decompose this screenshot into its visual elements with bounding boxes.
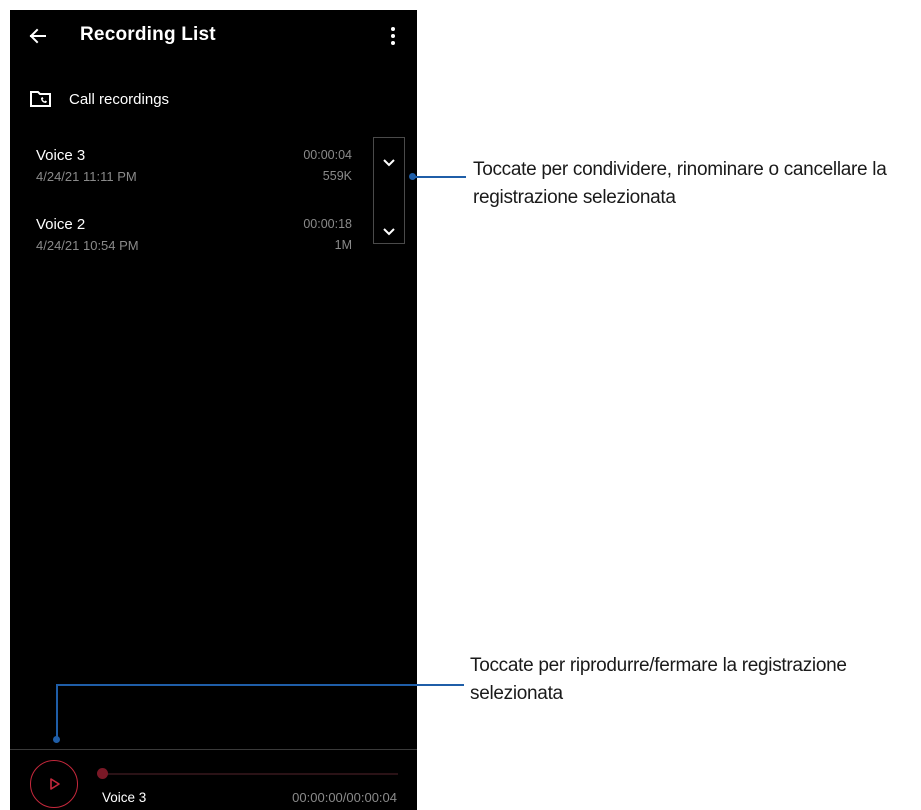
play-button[interactable] [30, 760, 78, 808]
recording-date: 4/24/21 10:54 PM [36, 238, 139, 253]
player-divider [10, 749, 417, 750]
recording-size: 1M [334, 238, 352, 252]
now-playing-time: 00:00:00/00:00:04 [292, 790, 397, 805]
recording-row[interactable]: Voice 2 4/24/21 10:54 PM 00:00:18 1M [10, 216, 380, 276]
page-title: Recording List [80, 24, 216, 45]
expand-button[interactable] [374, 217, 404, 247]
recording-date: 4/24/21 11:11 PM [36, 169, 137, 184]
seek-thumb[interactable] [97, 768, 108, 779]
call-recordings-folder[interactable]: Call recordings [10, 82, 417, 118]
recording-name: Voice 3 [36, 147, 86, 164]
callout-line [56, 684, 464, 686]
phone-screen: Recording List Call recordings Voice 3 4… [10, 10, 417, 810]
play-icon [50, 778, 60, 790]
expand-button[interactable] [374, 148, 404, 178]
recording-name: Voice 2 [36, 216, 86, 233]
callout-expand-text: Toccate per condividere, rinominare o ca… [473, 156, 887, 212]
callout-line [413, 176, 466, 178]
recording-size: 559K [322, 169, 352, 183]
recording-duration: 00:00:18 [303, 217, 352, 231]
arrow-left-icon [29, 28, 46, 44]
callout-play-line1: Toccate per riprodurre/fermare la regist… [470, 655, 847, 676]
callout-expand-line2: registrazione selezionata [473, 187, 676, 208]
expand-buttons-highlight [373, 137, 405, 244]
now-playing-name: Voice 3 [102, 790, 147, 805]
seek-bar[interactable] [97, 768, 398, 780]
callout-play-text: Toccate per riprodurre/fermare la regist… [470, 652, 847, 708]
recording-duration: 00:00:04 [303, 148, 352, 162]
callout-expand-line1: Toccate per condividere, rinominare o ca… [473, 159, 887, 180]
back-button[interactable] [24, 22, 52, 50]
app-bar: Recording List [10, 10, 417, 62]
more-options-button[interactable] [382, 22, 404, 50]
seek-track [98, 773, 398, 775]
chevron-down-icon [383, 228, 395, 236]
callout-line [56, 684, 58, 738]
recording-row[interactable]: Voice 3 4/24/21 11:11 PM 00:00:04 559K [10, 147, 380, 207]
more-vertical-icon [391, 27, 395, 45]
callout-play-line2: selezionata [470, 683, 563, 704]
chevron-down-icon [383, 159, 395, 167]
call-recordings-label: Call recordings [69, 91, 170, 108]
folder-phone-icon [28, 86, 54, 112]
